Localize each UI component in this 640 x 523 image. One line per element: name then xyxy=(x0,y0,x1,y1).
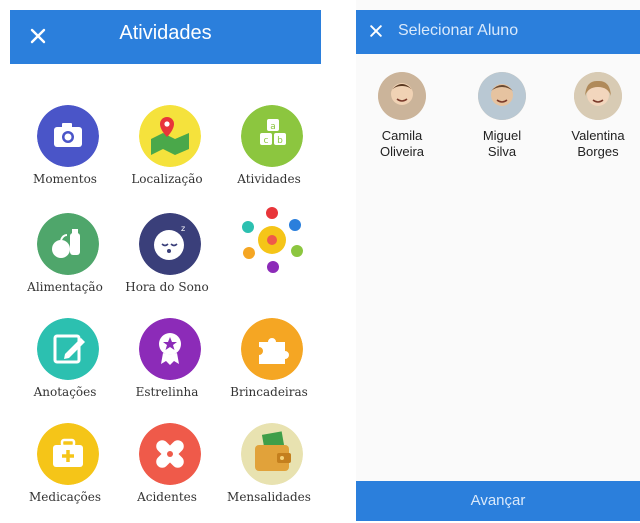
tile-label: Anotações xyxy=(33,385,97,399)
svg-text:a: a xyxy=(270,122,276,132)
page-title: Selecionar Aluno xyxy=(398,22,519,39)
star-badge-icon xyxy=(139,318,201,380)
tile-alimentacao[interactable]: Alimentação xyxy=(15,213,115,313)
avatar xyxy=(478,72,526,120)
avatar xyxy=(378,72,426,120)
tile-children-circle[interactable] xyxy=(219,205,319,305)
svg-text:z: z xyxy=(181,224,185,233)
student-name: Camila Oliveira xyxy=(350,128,454,160)
tile-atividades[interactable]: a c b Atividades xyxy=(219,105,319,205)
activities-screen: Atividades Momentos Localização a c b At… xyxy=(10,0,321,521)
activities-app-bar: Atividades xyxy=(10,10,321,64)
tile-label: Acidentes xyxy=(137,490,197,504)
food-icon xyxy=(37,213,99,275)
tile-hora-do-sono[interactable]: z Hora do Sono xyxy=(117,213,217,313)
tile-label: Atividades xyxy=(237,172,301,186)
student-last-name: Oliveira xyxy=(379,144,425,159)
student-name: Miguel Silva xyxy=(450,128,554,160)
tile-momentos[interactable]: Momentos xyxy=(15,105,115,205)
student-name: Valentina Borges xyxy=(546,128,640,160)
student-last-name: Borges xyxy=(577,144,619,159)
student-first-name: Valentina xyxy=(571,128,625,143)
wallet-money-icon xyxy=(241,423,303,485)
tile-mensalidades[interactable]: Mensalidades xyxy=(219,423,319,523)
avatar xyxy=(574,72,622,120)
tile-label: Mensalidades xyxy=(227,490,311,504)
tile-brincadeiras[interactable]: Brincadeiras xyxy=(219,318,319,418)
medical-kit-icon xyxy=(37,423,99,485)
edit-note-icon xyxy=(37,318,99,380)
map-pin-icon xyxy=(139,105,201,167)
svg-text:c: c xyxy=(264,136,269,146)
tile-label: Localização xyxy=(131,172,203,186)
camera-icon xyxy=(37,105,99,167)
tile-acidentes[interactable]: Acidentes xyxy=(117,423,217,523)
tile-label: Estrelinha xyxy=(135,385,199,399)
svg-text:b: b xyxy=(277,136,283,146)
tile-estrelinha[interactable]: Estrelinha xyxy=(117,318,217,418)
bandage-icon xyxy=(139,423,201,485)
select-student-screen: Selecionar Aluno Camila Oliveira Miguel … xyxy=(356,0,640,521)
tile-label: Alimentação xyxy=(27,280,103,294)
tile-label: Brincadeiras xyxy=(230,385,308,399)
children-circle-icon xyxy=(237,205,307,275)
student-first-name: Camila xyxy=(381,128,423,143)
close-icon[interactable] xyxy=(368,23,384,39)
tile-label: Medicações xyxy=(29,490,101,504)
tile-anotacoes[interactable]: Anotações xyxy=(15,318,115,418)
puzzle-icon xyxy=(241,318,303,380)
tile-label: Momentos xyxy=(33,172,97,186)
student-last-name: Silva xyxy=(487,144,517,159)
tile-localizacao[interactable]: Localização xyxy=(117,105,217,205)
abc-blocks-icon: a c b xyxy=(241,105,303,167)
page-title: Atividades xyxy=(119,22,212,44)
sleeping-baby-icon: z xyxy=(139,213,201,275)
next-button[interactable]: Avançar xyxy=(356,481,640,521)
tile-medicacoes[interactable]: Medicações xyxy=(15,423,115,523)
student-first-name: Miguel xyxy=(482,128,522,143)
select-student-app-bar: Selecionar Aluno xyxy=(356,10,640,54)
tile-label: Hora do Sono xyxy=(125,280,209,294)
